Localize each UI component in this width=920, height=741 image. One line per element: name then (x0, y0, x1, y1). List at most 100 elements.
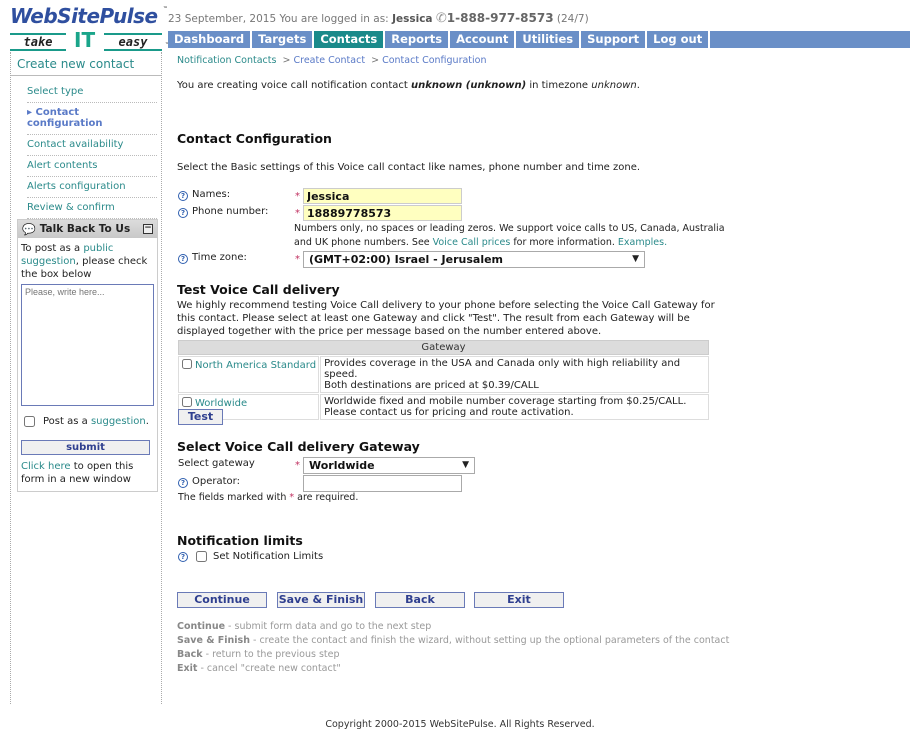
talk-back-title: Talk Back To Us (39, 223, 131, 235)
phone-icon: ✆ (435, 11, 447, 26)
set-limits-checkbox[interactable] (196, 551, 207, 562)
save-finish-button[interactable]: Save & Finish (277, 592, 365, 608)
summary-text: . (636, 80, 640, 91)
operator-field (303, 475, 462, 492)
legend-term: Continue (177, 621, 226, 632)
gateway-checkbox-north-america[interactable] (182, 359, 192, 369)
gateway-checkbox-worldwide[interactable] (182, 397, 192, 407)
test-desc: We highly recommend testing Voice Call d… (177, 300, 715, 337)
names-input[interactable] (303, 188, 462, 204)
test-button[interactable]: Test (178, 409, 223, 425)
label-text: . (145, 416, 149, 427)
note-text: are required. (294, 492, 359, 503)
help-icon[interactable]: ? (178, 478, 188, 488)
timezone-field: * (GMT+02:00) Israel - Jerusalem ▼ (295, 251, 645, 268)
help-icon[interactable]: ? (178, 254, 188, 264)
phone-row: ? Phone number: * (178, 205, 718, 223)
open-new-window-link[interactable]: Click here (21, 461, 71, 472)
breadcrumb-notification-contacts[interactable]: Notification Contacts (177, 55, 276, 66)
gateway-select[interactable]: Worldwide ▼ (303, 457, 475, 474)
help-icon[interactable]: ? (178, 191, 188, 201)
gateway-link-north-america[interactable]: North America Standard (195, 360, 316, 371)
table-row: North America Standard Provides coverage… (178, 356, 709, 393)
step-alerts-configuration[interactable]: Alerts configuration (27, 177, 157, 198)
phone-input[interactable] (303, 205, 462, 221)
select-gateway-row: Select gateway * Worldwide ▼ (178, 457, 718, 475)
suggestion-link[interactable]: suggestion (91, 416, 146, 427)
nav-contacts[interactable]: Contacts (314, 31, 386, 48)
legend-desc: - return to the previous step (202, 649, 340, 660)
feedback-textarea[interactable] (21, 284, 154, 406)
timezone-select[interactable]: (GMT+02:00) Israel - Jerusalem ▼ (303, 251, 645, 268)
step-alert-contents[interactable]: Alert contents (27, 156, 157, 177)
operator-input[interactable] (303, 475, 462, 492)
gateway-title: Select Voice Call delivery Gateway (177, 439, 420, 454)
exit-button[interactable]: Exit (474, 592, 564, 608)
gateway-section: Select Voice Call delivery Gateway (177, 439, 717, 454)
continue-button[interactable]: Continue (177, 592, 267, 608)
required-star: * (295, 254, 300, 265)
label-text: Operator: (192, 476, 240, 487)
copyright-footer: Copyright 2000-2015 WebSitePulse. All Ri… (325, 719, 595, 730)
creation-summary: You are creating voice call notification… (177, 80, 717, 91)
logo-tagline: take IT easy ™ (10, 28, 170, 52)
logo[interactable]: WebSitePulse ™ take IT easy ™ (8, 4, 170, 52)
step-contact-configuration[interactable]: ▸ Contact configuration (27, 103, 157, 135)
speech-bubble-icon: 💬 (22, 222, 36, 236)
phone-hint: Numbers only, no spaces or leading zeros… (294, 222, 725, 250)
nav-account[interactable]: Account (450, 31, 517, 48)
nav-reports[interactable]: Reports (385, 31, 451, 48)
label-text: Phone number: (192, 206, 269, 217)
phone-field: * (295, 205, 462, 221)
step-review-confirm[interactable]: Review & confirm (27, 198, 157, 219)
back-button[interactable]: Back (375, 592, 465, 608)
summary-text: in timezone (526, 80, 592, 91)
breadcrumb-create-contact[interactable]: Create Contact (294, 55, 366, 66)
nav-utilities[interactable]: Utilities (516, 31, 582, 48)
limits-title: Notification limits (177, 533, 303, 548)
logged-in-label: You are logged in as: (279, 13, 389, 25)
step-select-type[interactable]: Select type (27, 82, 157, 103)
help-icon[interactable]: ? (178, 551, 188, 562)
required-star: * (295, 460, 300, 471)
nav-logout[interactable]: Log out (647, 31, 711, 48)
operator-row: ? Operator: (178, 475, 718, 493)
contact-alias: (unknown) (465, 80, 527, 91)
gateway-desc-line: Provides coverage in the USA and Canada … (324, 358, 681, 380)
label-text: Names: (192, 189, 231, 200)
gateway-table: Gateway North America Standard Provides … (177, 339, 710, 421)
phone-hint-line: Numbers only, no spaces or leading zeros… (294, 223, 725, 234)
sidebar-title[interactable]: Create new contact (11, 52, 161, 76)
breadcrumb-current: Contact Configuration (382, 55, 487, 66)
nav-dashboard[interactable]: Dashboard (168, 31, 253, 48)
voice-call-prices-link[interactable]: Voice Call prices (433, 237, 511, 248)
note-text: The fields marked with (178, 492, 290, 503)
step-contact-availability[interactable]: Contact availability (27, 135, 157, 156)
contact-config-title: Contact Configuration (177, 131, 332, 146)
test-title: Test Voice Call delivery (177, 282, 340, 297)
post-suggestion-checkbox[interactable] (24, 416, 35, 427)
legend-term: Back (177, 649, 203, 660)
submit-button[interactable]: submit (21, 440, 150, 455)
nav-support[interactable]: Support (581, 31, 648, 48)
timezone-row: ? Time zone: * (GMT+02:00) Israel - Jerusa… (178, 251, 718, 269)
gateway-name-cell: North America Standard (178, 356, 320, 393)
legend-term: Save & Finish (177, 635, 250, 646)
nav-targets[interactable]: Targets (252, 31, 315, 48)
collapse-icon[interactable]: − (143, 224, 153, 234)
names-row: ? Names: * (178, 188, 718, 206)
main-nav: Dashboard Targets Contacts Reports Accou… (168, 31, 910, 48)
breadcrumb-separator: > (371, 55, 380, 66)
help-icon[interactable]: ? (178, 208, 188, 218)
talk-back-panel: 💬 Talk Back To Us − To post as a public … (17, 219, 158, 492)
legend-desc: - create the contact and finish the wiza… (249, 635, 730, 646)
gateway-desc-cell: Provides coverage in the USA and Canada … (320, 356, 709, 393)
talk-back-footer: Click here to open this form in a new wi… (18, 455, 157, 491)
names-field: * (295, 188, 462, 204)
gateway-link-worldwide[interactable]: Worldwide (195, 398, 247, 409)
examples-link[interactable]: Examples. (618, 237, 667, 248)
gateway-desc-line: Worldwide fixed and mobile number covera… (324, 396, 687, 407)
wizard-steps: Select type ▸ Contact configuration Cont… (11, 82, 161, 219)
post-suggestion-row: Post as a suggestion. (18, 406, 157, 427)
legend-desc: - cancel "create new contact" (197, 663, 341, 674)
